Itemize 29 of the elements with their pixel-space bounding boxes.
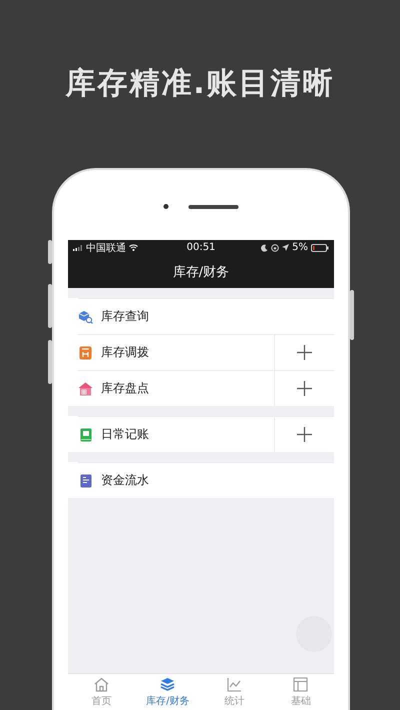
house-icon	[78, 382, 93, 396]
tab[interactable]: 库存/财务	[134, 674, 201, 710]
nav-title: 库存/财务	[68, 255, 334, 288]
carrier-name: 中国联通	[86, 242, 126, 254]
layout-icon	[293, 676, 308, 692]
headline: 库存精准.账目清晰	[65, 65, 335, 103]
line-chart-icon	[226, 676, 242, 692]
camera-icon	[164, 204, 168, 209]
cube-search-icon	[78, 310, 93, 324]
menu-item[interactable]: 库存查询	[78, 299, 334, 334]
layers-icon	[160, 676, 176, 692]
battery-percent: 5%	[292, 242, 308, 253]
wifi-icon	[129, 244, 138, 251]
moon-icon	[261, 244, 268, 252]
clock-time: 00:51	[186, 242, 216, 253]
menu-item[interactable]: 库存盘点	[78, 371, 274, 406]
plus-icon	[297, 427, 312, 442]
book-icon	[80, 428, 92, 442]
battery-icon	[311, 244, 330, 252]
home-icon	[94, 676, 109, 692]
speaker-icon	[188, 204, 238, 208]
card-icon	[80, 474, 92, 488]
plus-icon	[297, 381, 312, 396]
menu-item[interactable]: 库存调拨	[78, 335, 274, 370]
plus-icon	[297, 345, 312, 360]
signal-icon	[73, 244, 83, 250]
tag-square-icon	[79, 346, 92, 360]
rotation-lock-icon	[271, 244, 280, 252]
location-icon	[282, 244, 290, 251]
